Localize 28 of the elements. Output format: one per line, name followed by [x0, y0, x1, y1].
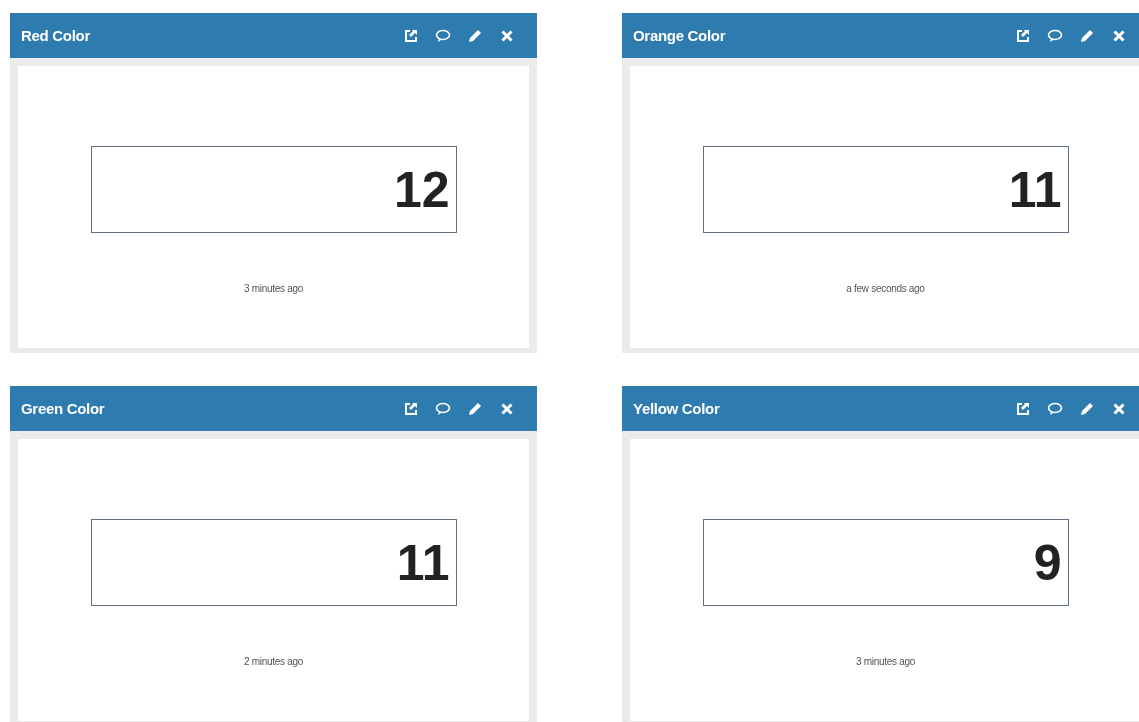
close-icon[interactable] [1111, 400, 1127, 417]
close-icon[interactable] [499, 27, 515, 44]
updated-time: 3 minutes ago [856, 656, 915, 667]
comment-icon[interactable] [1047, 400, 1063, 417]
external-link-icon[interactable] [1015, 400, 1031, 417]
external-link-icon[interactable] [403, 27, 419, 44]
updated-time: 3 minutes ago [244, 283, 303, 294]
comment-icon[interactable] [435, 27, 451, 44]
close-icon[interactable] [499, 400, 515, 417]
close-icon[interactable] [1111, 27, 1127, 44]
value-display: 12 [90, 146, 457, 233]
pencil-icon[interactable] [467, 27, 483, 44]
value-display: 11 [90, 519, 457, 606]
widget-title: Orange Color [633, 27, 727, 44]
updated-time: a few seconds ago [846, 283, 925, 294]
widget-title: Yellow Color [633, 400, 721, 417]
pencil-icon[interactable] [1079, 27, 1095, 44]
pencil-icon[interactable] [467, 400, 483, 417]
pencil-icon[interactable] [1079, 400, 1095, 417]
comment-icon[interactable] [1047, 27, 1063, 44]
widget-title: Green Color [21, 400, 106, 417]
external-link-icon[interactable] [1015, 27, 1031, 44]
value-display: 11 [702, 146, 1069, 233]
external-link-icon[interactable] [403, 400, 419, 417]
updated-time: 2 minutes ago [244, 656, 303, 667]
widget-title: Red Color [21, 27, 91, 44]
comment-icon[interactable] [435, 400, 451, 417]
value-display: 9 [702, 519, 1069, 606]
